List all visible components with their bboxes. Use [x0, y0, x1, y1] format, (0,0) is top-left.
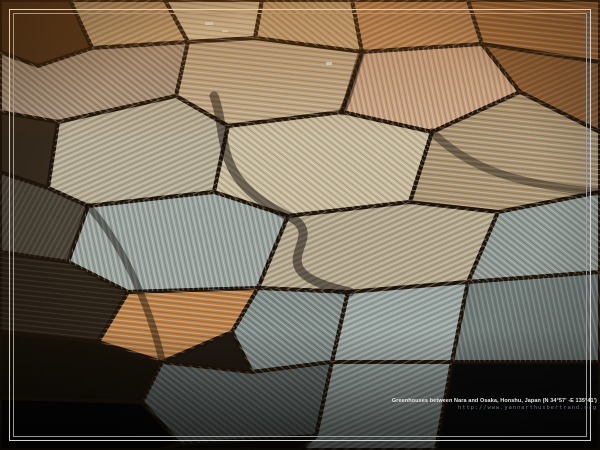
aerial-photo: [0, 0, 600, 450]
wallpaper: Greenhouses between Nara and Osaka, Hons…: [0, 0, 600, 450]
vignette-overlay: [0, 0, 600, 450]
